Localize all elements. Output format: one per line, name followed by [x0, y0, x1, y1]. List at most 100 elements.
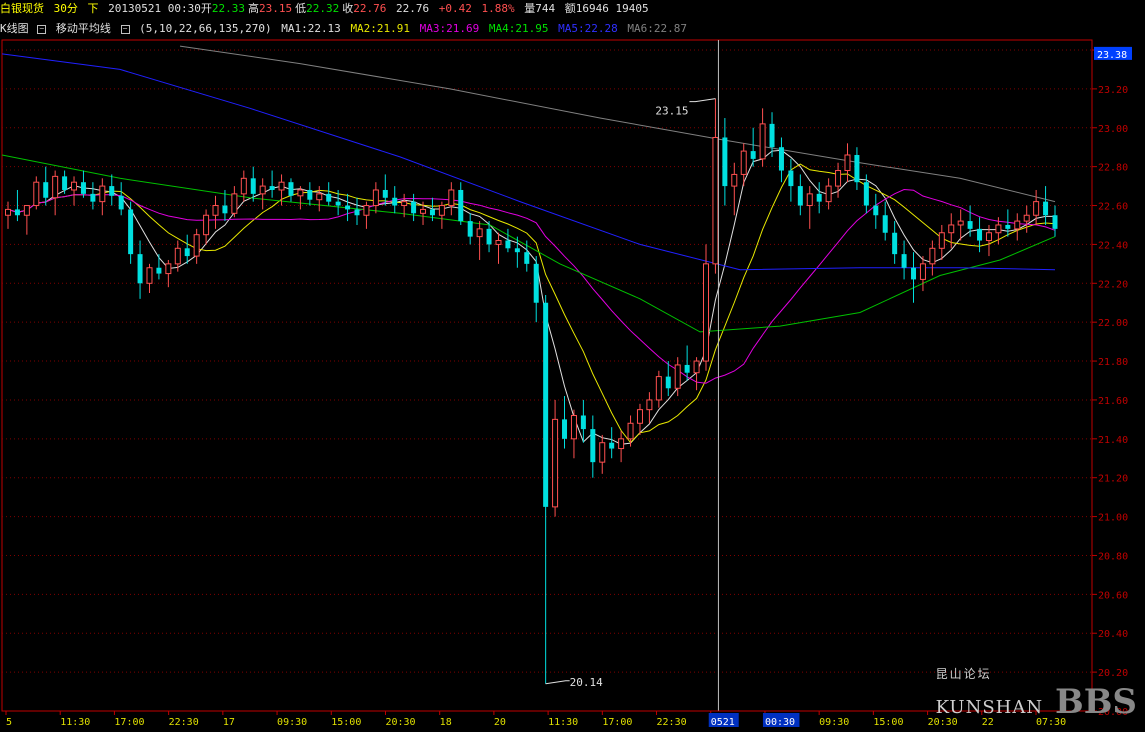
candle-body — [665, 376, 671, 389]
x-tick-label: 18 — [440, 717, 452, 728]
candle-body — [43, 182, 49, 198]
candle-body — [118, 195, 124, 210]
candle-body — [769, 123, 775, 148]
candle-body — [740, 150, 747, 175]
candle-body — [14, 209, 20, 216]
candle-body — [1043, 201, 1049, 216]
x-tick-label: 5 — [6, 717, 12, 728]
candle-body — [476, 228, 483, 238]
candle-body — [278, 181, 285, 191]
candle-body — [269, 186, 275, 190]
candle-body — [627, 422, 634, 440]
candle-body — [674, 364, 681, 389]
candle-body — [892, 232, 898, 255]
y-tick-label: 23.20 — [1098, 85, 1128, 96]
x-tick-label: 17:00 — [114, 717, 144, 728]
y-tick-label: 21.80 — [1098, 357, 1128, 368]
candle-body — [580, 415, 586, 430]
candle-body — [99, 185, 106, 203]
candle-body — [184, 248, 190, 257]
candle-body — [165, 263, 172, 275]
candle-body — [882, 215, 888, 233]
x-tick-label: 09:30 — [277, 717, 307, 728]
y-tick-label: 22.80 — [1098, 163, 1128, 174]
candle-body — [655, 376, 662, 401]
ma6-line — [179, 45, 1056, 203]
candlestick-series — [5, 40, 1058, 711]
candle-body — [128, 209, 134, 255]
candle-body — [788, 170, 794, 187]
candle-body — [844, 154, 851, 172]
candle-body — [174, 247, 181, 265]
kunshan-bbs-watermark: 昆山论坛 KUNSHAN BBS — [935, 667, 1137, 722]
candle-body — [901, 254, 907, 268]
x-tick-label: 11:30 — [548, 717, 578, 728]
candle-body — [599, 442, 606, 463]
candle-body — [609, 442, 615, 449]
candle-body — [505, 240, 511, 249]
y-tick-label: 21.00 — [1098, 513, 1128, 524]
candle-body — [514, 248, 520, 253]
candle-body — [854, 154, 860, 183]
candle-body — [326, 193, 332, 202]
candle-body — [345, 205, 351, 210]
candle-body — [250, 178, 256, 194]
high-annotation-leader — [689, 98, 716, 103]
candle-body — [259, 185, 266, 195]
candle-body — [1014, 220, 1021, 230]
x-tick-label: 11:30 — [60, 717, 90, 728]
time-axis: 5 11:30 17:00 22:30 17 09:30 15:00 20:30 18 20 11:… — [2, 710, 1092, 728]
candle-body — [797, 186, 803, 206]
candle-body — [646, 399, 653, 411]
candle-body — [240, 177, 247, 195]
candle-body — [316, 193, 323, 201]
y-tick-label: 20.60 — [1098, 590, 1128, 601]
candle-body — [193, 234, 200, 257]
candle-body — [156, 267, 162, 274]
candle-body — [543, 302, 549, 507]
y-tick-label: 21.20 — [1098, 474, 1128, 485]
candle-body — [335, 201, 341, 206]
candle-body — [750, 151, 756, 159]
candle-body — [873, 205, 879, 216]
x-tick-label: 17 — [223, 717, 235, 728]
candle-body — [354, 209, 360, 216]
candle-body — [307, 189, 313, 200]
ma3-line — [7, 188, 1056, 384]
candle-body — [684, 364, 690, 373]
kline-chart[interactable]: 23.1520.14 23.4023.2023.0022.8022.6022.4… — [0, 0, 1145, 732]
candle-body — [231, 193, 238, 214]
y-tick-label: 21.40 — [1098, 435, 1128, 446]
candle-body — [1005, 224, 1011, 229]
candle-body — [533, 263, 539, 303]
candle-body — [929, 247, 936, 265]
y-tick-label: 21.60 — [1098, 396, 1128, 407]
candle-body — [80, 182, 86, 194]
candle-body — [948, 224, 955, 234]
candle-body — [297, 189, 304, 197]
candle-body — [1033, 201, 1040, 216]
candle-body — [570, 414, 577, 440]
current-price-label: 23.38 — [1097, 50, 1127, 61]
candle-body — [618, 438, 625, 450]
high-annotation-label: 23.15 — [655, 105, 688, 118]
y-tick-label: 22.20 — [1098, 279, 1128, 290]
candle-body — [382, 189, 388, 198]
candle-body — [995, 224, 1002, 234]
candle-body — [52, 175, 59, 199]
candle-body — [222, 205, 228, 214]
candle-body — [778, 147, 784, 171]
candle-body — [288, 182, 294, 196]
y-tick-label: 20.40 — [1098, 629, 1128, 640]
candle-body — [1052, 215, 1058, 229]
candle-body — [806, 193, 813, 207]
candle-body — [590, 429, 596, 463]
candle-body — [203, 214, 210, 236]
candle-body — [703, 263, 709, 362]
x-tick-label: 20:30 — [385, 717, 415, 728]
price-axis: 23.4023.2023.0022.8022.6022.4022.2022.00… — [1091, 40, 1132, 718]
candle-body — [919, 263, 926, 280]
price-annotations: 23.15 20.14 — [545, 98, 716, 689]
y-tick-label: 20.80 — [1098, 551, 1128, 562]
ma1-line — [7, 149, 1055, 445]
